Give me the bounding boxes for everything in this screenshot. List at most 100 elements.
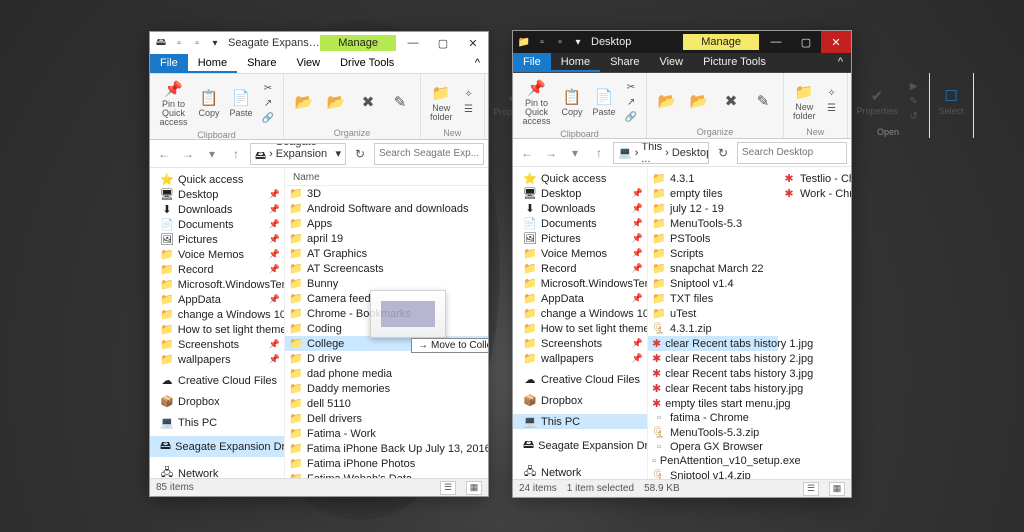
forward-button[interactable]: → xyxy=(178,144,198,164)
tab-file[interactable]: File xyxy=(150,54,188,73)
tab-drive-tools[interactable]: Drive Tools xyxy=(330,54,404,73)
nav-item[interactable]: 🖼Pictures📌 xyxy=(513,231,647,246)
column-header-name[interactable]: Name xyxy=(285,170,488,186)
file-row[interactable]: ✱clear Recent tabs history 3.jpg xyxy=(648,366,778,381)
properties-button[interactable]: ✔Properties xyxy=(854,84,901,118)
copy-path-icon[interactable]: ↗ xyxy=(622,95,640,109)
nav-item[interactable]: ⬇Downloads📌 xyxy=(150,202,284,217)
nav-item[interactable]: ⭐Quick access xyxy=(513,171,647,186)
file-row[interactable]: 🗜Sniptool v1.4.zip xyxy=(648,468,778,479)
file-row[interactable]: ✱clear Recent tabs history 2.jpg xyxy=(648,351,778,366)
select-button[interactable]: ☐Select xyxy=(936,84,967,118)
back-button[interactable]: ← xyxy=(517,143,537,163)
nav-item[interactable]: 📁wallpapers📌 xyxy=(513,351,647,366)
pin-to-quick-access-button[interactable]: 📌Pin to Quick access xyxy=(156,77,191,129)
nav-item[interactable]: 🖥Desktop📌 xyxy=(513,186,647,201)
qat-down[interactable]: ▾ xyxy=(571,35,585,49)
navigation-pane[interactable]: ⭐Quick access🖥Desktop📌⬇Downloads📌📄Docume… xyxy=(513,167,648,479)
icons-view-button[interactable]: ▦ xyxy=(466,481,482,495)
move-to-button[interactable]: 📂 xyxy=(290,90,318,114)
search-input[interactable] xyxy=(374,143,484,165)
qat-icon-2[interactable]: ▫ xyxy=(553,35,567,49)
collapse-ribbon[interactable]: ^ xyxy=(830,53,851,72)
file-row[interactable]: 📁D drive xyxy=(285,351,488,366)
nav-item[interactable]: 📁Record📌 xyxy=(150,262,284,277)
file-row[interactable]: 📁Sniptool v1.4 xyxy=(648,276,778,291)
qat-icon[interactable]: ▫ xyxy=(535,35,549,49)
refresh-button[interactable]: ↻ xyxy=(713,143,733,163)
tab-view[interactable]: View xyxy=(649,53,693,72)
breadcrumb[interactable]: 💻 › This ... › Desktop ▾ xyxy=(613,142,709,164)
nav-item[interactable]: 📦Dropbox xyxy=(513,393,647,408)
nav-item[interactable]: 📁Screenshots📌 xyxy=(150,337,284,352)
nav-item[interactable]: 📁Voice Memos📌 xyxy=(513,246,647,261)
file-row[interactable]: 📁Scripts xyxy=(648,246,778,261)
easy-access-icon[interactable]: ☰ xyxy=(823,102,841,116)
file-row[interactable]: ✱clear Recent tabs history.jpg xyxy=(648,381,778,396)
edit-icon[interactable]: ✎ xyxy=(905,94,923,108)
paste-button[interactable]: 📄Paste xyxy=(227,86,255,120)
file-list[interactable]: 📁4.3.1📁empty tiles📁july 12 - 19📁MenuTool… xyxy=(648,167,851,479)
close-button[interactable]: ✕ xyxy=(458,32,488,54)
maximize-button[interactable]: ▢ xyxy=(791,31,821,53)
file-row[interactable]: 📁dell 5110 xyxy=(285,396,488,411)
nav-item[interactable]: 📄Documents📌 xyxy=(150,217,284,232)
copy-button[interactable]: 📋Copy xyxy=(195,86,223,120)
file-row[interactable]: ✱Testlio - Chrom xyxy=(778,171,851,186)
file-row[interactable]: ▫PenAttention_v10_setup.exe xyxy=(648,454,778,468)
recent-button[interactable]: ▾ xyxy=(565,143,585,163)
history-icon[interactable]: ↺ xyxy=(905,109,923,123)
file-row[interactable]: 📁april 19 xyxy=(285,231,488,246)
titlebar[interactable]: 📁 ▫ ▫ ▾ Desktop Manage — ▢ ✕ xyxy=(513,31,851,53)
nav-item[interactable]: 🖼Pictures📌 xyxy=(150,232,284,247)
search-input[interactable] xyxy=(737,142,847,164)
tab-file[interactable]: File xyxy=(513,53,551,72)
recent-button[interactable]: ▾ xyxy=(202,144,222,164)
file-row[interactable]: 📁Dell drivers xyxy=(285,411,488,426)
delete-button[interactable]: ✖ xyxy=(354,90,382,114)
file-row[interactable]: 📁dad phone media xyxy=(285,366,488,381)
nav-item[interactable]: 📁change a Windows 10 PC n📌 xyxy=(513,306,647,321)
maximize-button[interactable]: ▢ xyxy=(428,32,458,54)
nav-item[interactable]: ☁Creative Cloud Files xyxy=(150,373,284,388)
copy-button[interactable]: 📋Copy xyxy=(558,85,586,119)
paste-shortcut-icon[interactable]: 🔗 xyxy=(259,111,277,125)
file-row[interactable]: 📁MenuTools-5.3 xyxy=(648,216,778,231)
open-icon[interactable]: ▶ xyxy=(905,79,923,93)
rename-button[interactable]: ✎ xyxy=(749,89,777,113)
nav-item[interactable]: 📁Voice Memos📌 xyxy=(150,247,284,262)
nav-item[interactable]: 🖧Network xyxy=(150,463,284,478)
nav-item[interactable]: 📁Microsoft.WindowsTerm📌 xyxy=(150,277,284,292)
file-row[interactable]: 📁AT Screencasts xyxy=(285,261,488,276)
qat-icon[interactable]: ▫ xyxy=(172,36,186,50)
nav-item[interactable]: 📁AppData📌 xyxy=(513,291,647,306)
file-row[interactable]: 📁3D xyxy=(285,186,488,201)
delete-button[interactable]: ✖ xyxy=(717,89,745,113)
nav-item[interactable]: 🖥Desktop📌 xyxy=(150,187,284,202)
refresh-button[interactable]: ↻ xyxy=(350,144,370,164)
new-item-icon[interactable]: ✧ xyxy=(460,88,478,102)
file-row[interactable]: 📁snapchat March 22 xyxy=(648,261,778,276)
file-row[interactable]: 📁uTest xyxy=(648,306,778,321)
details-view-button[interactable]: ☰ xyxy=(803,482,819,496)
file-row[interactable]: ▫fatima - Chrome xyxy=(648,411,778,425)
crumb-this-pc[interactable]: This ... xyxy=(641,142,662,164)
move-to-button[interactable]: 📂 xyxy=(653,89,681,113)
nav-item[interactable]: 🖧Network xyxy=(513,462,647,479)
file-row[interactable]: 📁AT Graphics xyxy=(285,246,488,261)
crumb-desktop[interactable]: Desktop xyxy=(672,147,709,159)
nav-item[interactable]: 📁How to set light theme for a📌 xyxy=(513,321,647,336)
file-row[interactable]: 🗜MenuTools-5.3.zip xyxy=(648,425,778,440)
up-button[interactable]: ↑ xyxy=(589,143,609,163)
details-view-button[interactable]: ☰ xyxy=(440,481,456,495)
file-row[interactable]: 📁Daddy memories xyxy=(285,381,488,396)
file-row[interactable]: ✱Work - Chrom xyxy=(778,186,851,201)
nav-item[interactable]: 📁change a Windows 10 PC n📌 xyxy=(150,307,284,322)
new-folder-button[interactable]: 📁New folder xyxy=(790,80,819,123)
copy-to-button[interactable]: 📂 xyxy=(685,89,713,113)
nav-item[interactable]: 📁Microsoft.WindowsTerm📌 xyxy=(513,276,647,291)
new-folder-button[interactable]: 📁New folder xyxy=(427,81,456,124)
file-row[interactable]: 📁PSTools xyxy=(648,231,778,246)
paste-button[interactable]: 📄Paste xyxy=(590,85,618,119)
file-row[interactable]: 📁Bunny xyxy=(285,276,488,291)
